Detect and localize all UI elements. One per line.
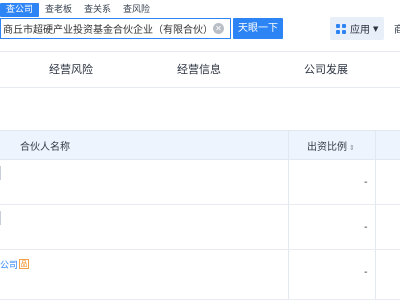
header-right-text[interactable]: 商 xyxy=(394,21,400,36)
tab-relation[interactable]: 查关系 xyxy=(78,3,117,17)
table-row: 公司 品 - xyxy=(0,250,400,300)
search-type-tabs: 查公司 查老板 查关系 查风险 xyxy=(0,3,156,17)
partners-table-panel: 合伙人名称 出资比例 ⇕ - - 公司 品 - xyxy=(0,88,400,300)
search-button[interactable]: 天眼一下 xyxy=(233,18,283,39)
table-row: - xyxy=(0,205,400,250)
search-box: ✕ xyxy=(0,18,231,39)
tab-boss[interactable]: 查老板 xyxy=(39,3,78,17)
contribution-ratio: - xyxy=(364,267,368,278)
nav-item-company-development[interactable]: 公司发展 xyxy=(304,61,348,77)
column-header-contribution-ratio[interactable]: 出资比例 ⇕ xyxy=(307,138,355,153)
tab-company[interactable]: 查公司 xyxy=(0,3,40,17)
contribution-ratio: - xyxy=(364,177,368,188)
grid-icon xyxy=(336,23,346,34)
clear-icon[interactable]: ✕ xyxy=(213,23,224,34)
search-input[interactable] xyxy=(3,20,208,37)
top-bar: 查公司 查老板 查关系 查风险 ✕ 天眼一下 应用 ▼ 商 xyxy=(0,0,400,52)
partner-name-link[interactable]: 公司 xyxy=(0,258,18,271)
sort-icon[interactable]: ⇕ xyxy=(349,144,355,152)
table-row: - xyxy=(0,160,400,205)
brand-badge-icon: 品 xyxy=(19,259,29,269)
column-header-partner-name: 合伙人名称 xyxy=(20,142,70,153)
app-menu-button[interactable]: 应用 ▼ xyxy=(330,17,384,40)
row-marker xyxy=(0,211,1,225)
contribution-ratio: - xyxy=(364,222,368,233)
caret-down-icon: ▼ xyxy=(373,24,379,33)
section-nav: 经营风险 经营信息 公司发展 xyxy=(0,52,400,88)
app-label: 应用 xyxy=(350,25,370,36)
tab-risk[interactable]: 查风险 xyxy=(117,3,156,17)
row-marker xyxy=(0,166,1,180)
nav-item-operating-risk[interactable]: 经营风险 xyxy=(49,61,93,77)
table-header: 合伙人名称 出资比例 ⇕ xyxy=(0,130,400,160)
nav-item-operating-info[interactable]: 经营信息 xyxy=(177,61,221,77)
